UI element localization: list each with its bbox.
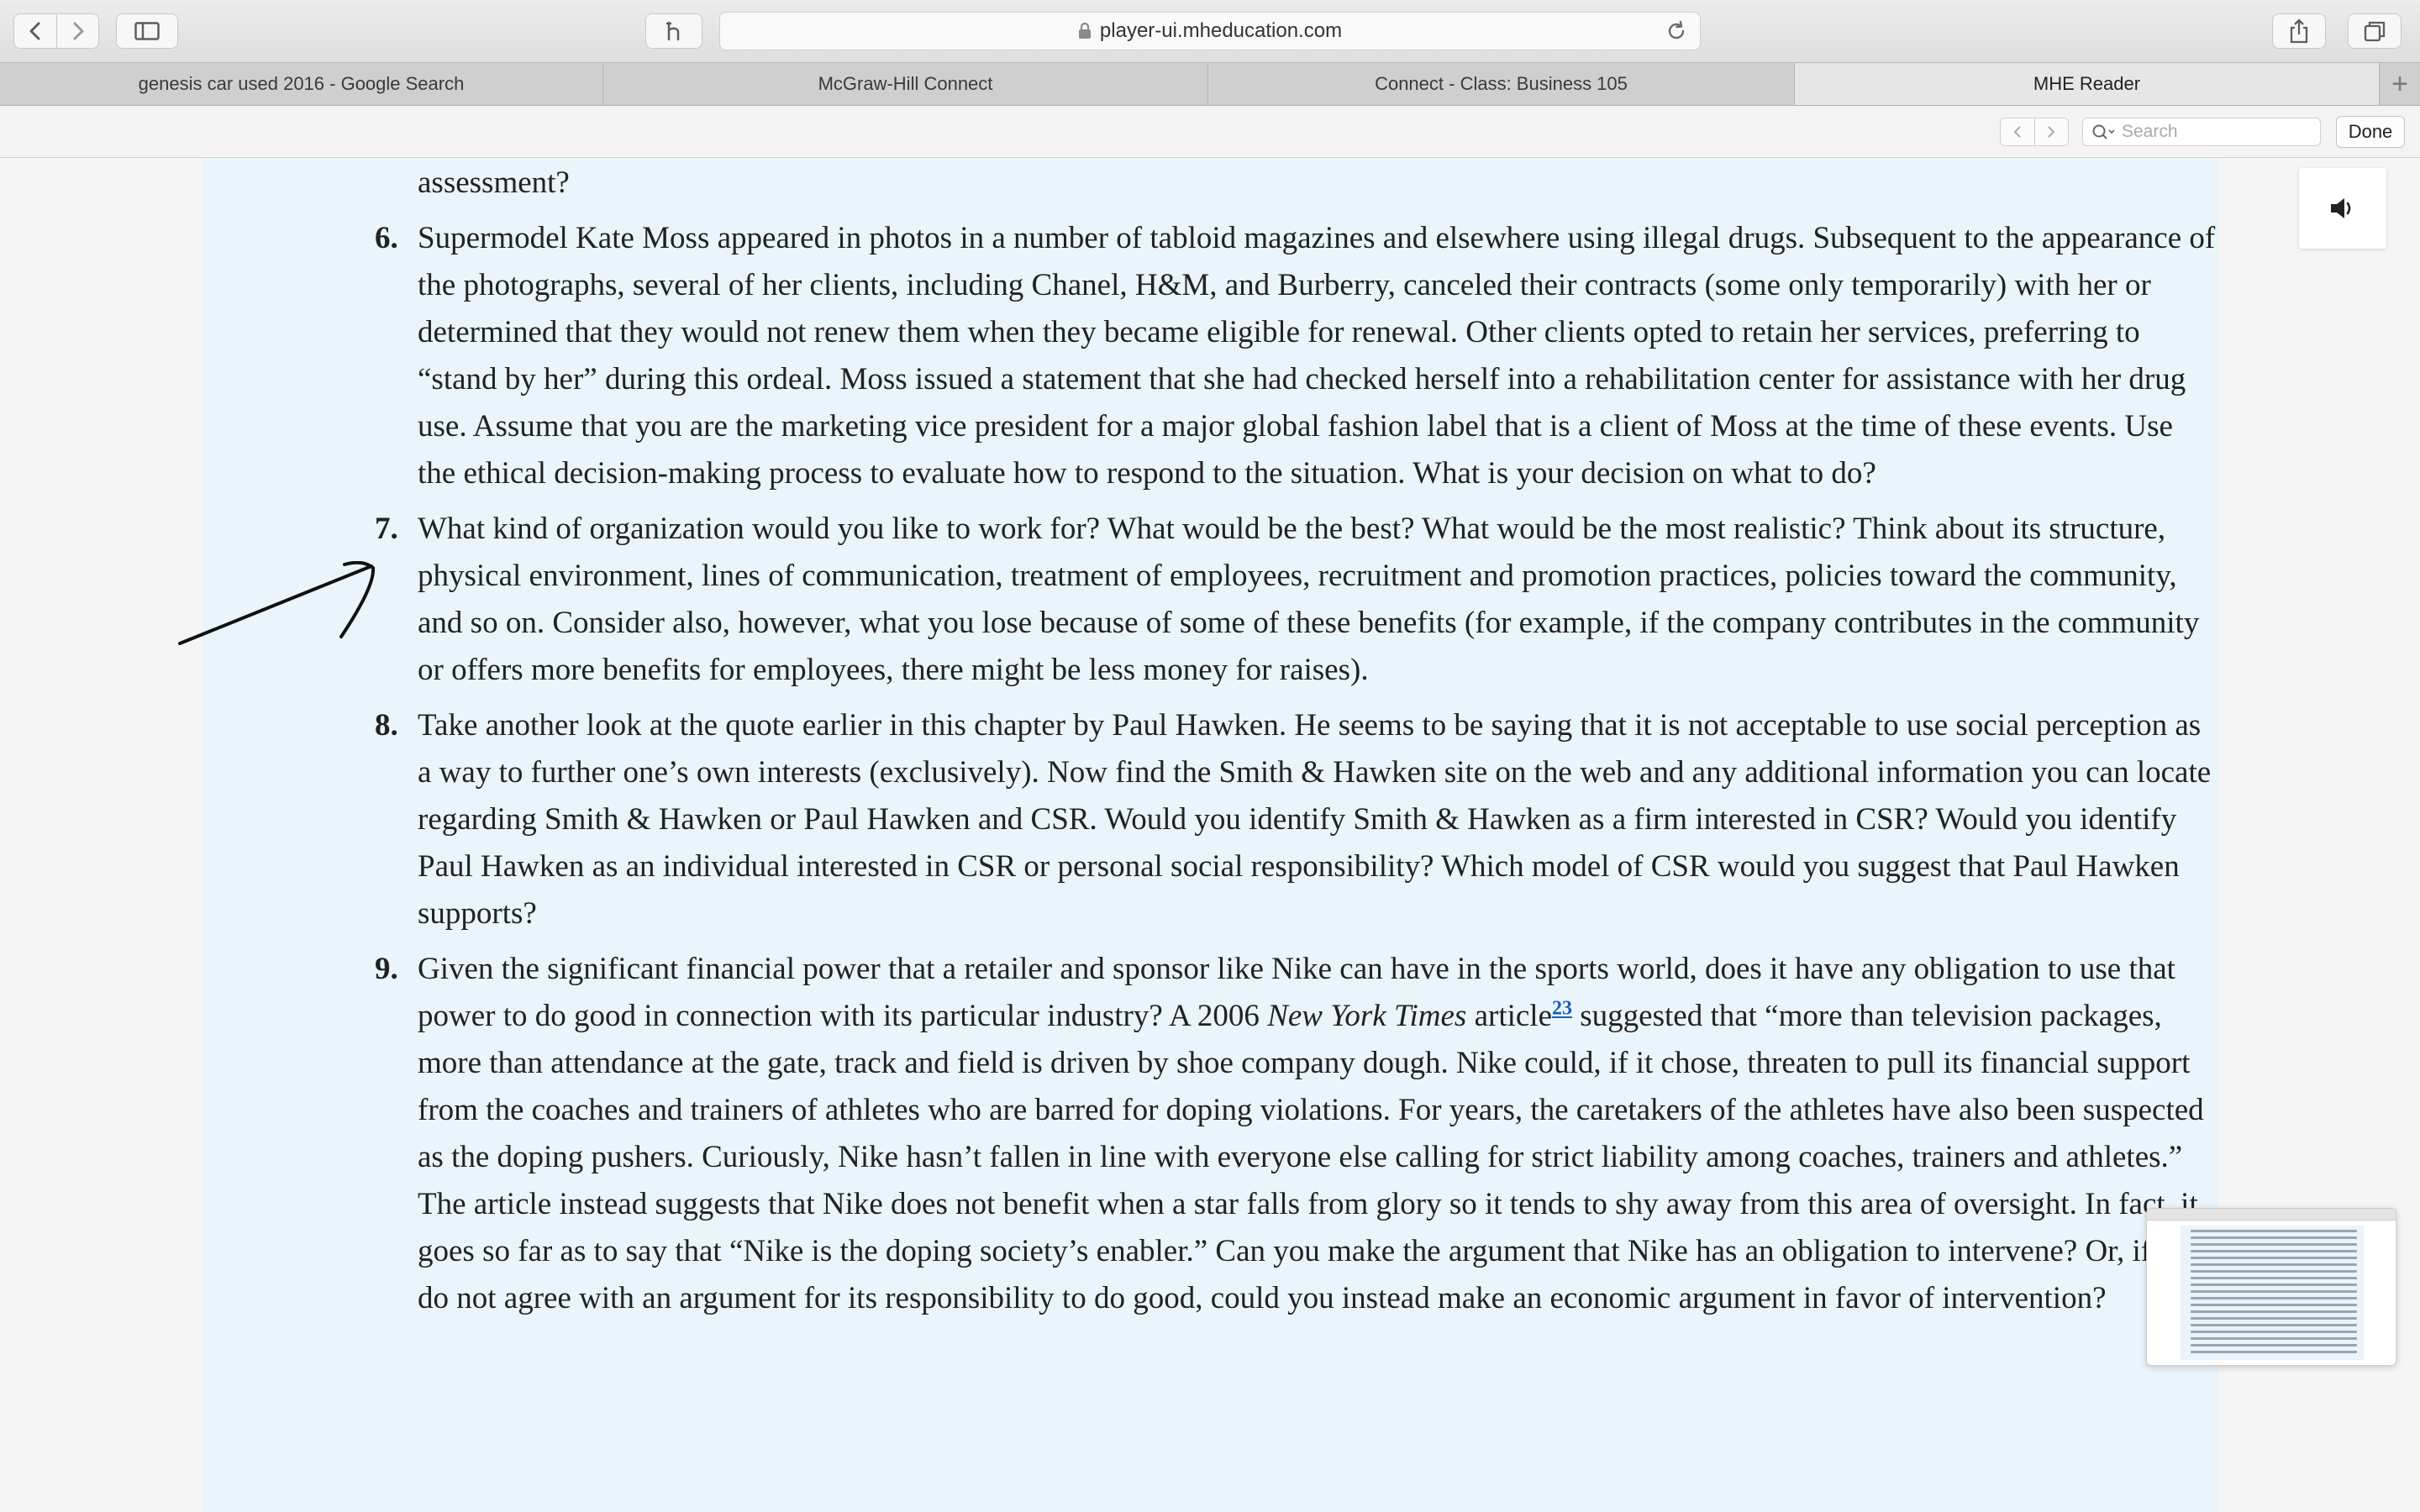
publication-title: New York Times <box>1267 999 1467 1033</box>
question-list: assessment? 6. Supermodel Kate Moss appe… <box>202 158 2218 1331</box>
tab-label: McGraw-Hill Connect <box>818 73 993 94</box>
speaker-icon <box>2331 198 2351 218</box>
thumbnail-page <box>2181 1226 2364 1360</box>
forward-button[interactable] <box>56 14 98 48</box>
history-nav <box>13 13 99 49</box>
thumbnail-text-line <box>2191 1351 2357 1353</box>
find-bar: Search Done <box>0 106 2420 158</box>
audio-button[interactable] <box>2299 168 2386 249</box>
question-text-part: article <box>1466 999 1553 1033</box>
find-next-button[interactable] <box>2033 118 2069 145</box>
thumbnail-text-line <box>2191 1337 2357 1340</box>
question-number: 7. <box>375 512 398 546</box>
sidebar-button[interactable] <box>116 13 178 49</box>
share-icon <box>2290 18 2308 44</box>
thumbnail-text-line <box>2191 1304 2357 1306</box>
question-9: 9. Given the significant financial power… <box>202 946 2218 1322</box>
thumbnail-text-line <box>2191 1243 2357 1246</box>
question-text: assessment? <box>418 165 570 200</box>
tab-connect-class[interactable]: Connect - Class: Business 105 <box>1208 63 1795 105</box>
thumbnail-text-line <box>2191 1290 2357 1293</box>
thumbnail-text-line <box>2191 1344 2357 1347</box>
address-bar[interactable]: player-ui.mheducation.com <box>719 12 1701 50</box>
browser-toolbar: player-ui.mheducation.com <box>0 0 2420 62</box>
thumbnail-text-line <box>2191 1257 2357 1259</box>
chevron-left-icon <box>2013 126 2021 138</box>
question-7: 7. What kind of organization would you l… <box>202 506 2218 694</box>
thumbnail-text-line <box>2191 1270 2357 1273</box>
tabs-overview-icon <box>2364 21 2386 42</box>
reader-mode-button[interactable] <box>645 13 702 49</box>
question-number: 8. <box>375 708 398 743</box>
question-text-part: suggested that “more than television pac… <box>418 999 2206 1315</box>
back-button[interactable] <box>14 14 56 48</box>
footnote-link[interactable]: 23 <box>1552 998 1572 1020</box>
find-previous-button[interactable] <box>2001 118 2034 145</box>
thumbnail-text-line <box>2191 1331 2357 1333</box>
question-text: Take another look at the quote earlier i… <box>418 708 2212 931</box>
tab-strip: genesis car used 2016 - Google Search Mc… <box>0 62 2420 106</box>
question-text: Supermodel Kate Moss appeared in photos … <box>418 221 2216 491</box>
thumbnail-text-line <box>2191 1297 2357 1299</box>
url-text: player-ui.mheducation.com <box>1099 19 1343 42</box>
chevron-left-icon <box>29 22 40 40</box>
question-8: 8. Take another look at the quote earlie… <box>202 702 2218 937</box>
done-button[interactable]: Done <box>2336 116 2405 148</box>
question-number: 9. <box>375 952 398 986</box>
find-navigation <box>2000 118 2069 146</box>
chevron-right-icon <box>2048 126 2055 138</box>
tab-google-search[interactable]: genesis car used 2016 - Google Search <box>0 63 603 105</box>
tab-overview-button[interactable] <box>2348 13 2402 49</box>
tab-label: MHE Reader <box>2033 73 2141 94</box>
annotation-arrow <box>178 561 376 645</box>
question-text: Given the significant financial power th… <box>418 946 2216 1322</box>
reader-page: assessment? 6. Supermodel Kate Moss appe… <box>0 158 2420 1512</box>
find-placeholder: Search <box>2122 122 2178 141</box>
tab-label: genesis car used 2016 - Google Search <box>138 73 465 94</box>
reload-icon[interactable] <box>1665 19 1688 49</box>
find-search-input[interactable]: Search <box>2082 118 2321 146</box>
thumbnail-text-line <box>2191 1277 2357 1279</box>
question-number: 6. <box>375 221 398 255</box>
thumbnail-text-line <box>2191 1230 2357 1232</box>
reader-column: assessment? 6. Supermodel Kate Moss appe… <box>202 158 2386 1512</box>
thumbnail-text-line <box>2191 1324 2357 1326</box>
thumbnail-text-line <box>2191 1310 2357 1313</box>
tab-mcgraw-hill-connect[interactable]: McGraw-Hill Connect <box>603 63 1208 105</box>
thumbnail-text-line <box>2191 1317 2357 1320</box>
reader-icon <box>666 21 680 41</box>
question-fragment: assessment? <box>202 160 2218 207</box>
question-6: 6. Supermodel Kate Moss appeared in phot… <box>202 215 2218 497</box>
thumbnail-text-line <box>2191 1284 2357 1286</box>
thumbnail-text-line <box>2191 1263 2357 1266</box>
tab-label: Connect - Class: Business 105 <box>1375 73 1628 94</box>
chevron-right-icon <box>73 22 83 40</box>
thumbnail-text-line <box>2191 1250 2357 1252</box>
lock-icon <box>1078 23 1092 39</box>
magnifier-icon <box>2092 124 2115 139</box>
tab-mhe-reader[interactable]: MHE Reader <box>1795 63 2380 105</box>
share-button[interactable] <box>2272 13 2326 49</box>
page-thumbnail[interactable] <box>2146 1208 2396 1366</box>
sidebar-icon <box>134 22 160 40</box>
question-text: What kind of organization would you like… <box>418 512 2200 687</box>
thumbnail-toolbar <box>2147 1209 2396 1221</box>
thumbnail-text-line <box>2191 1236 2357 1239</box>
new-tab-button[interactable]: + <box>2380 63 2420 105</box>
